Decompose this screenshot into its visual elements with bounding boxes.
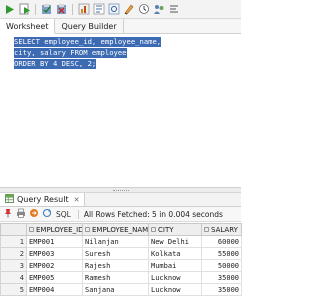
- column-header[interactable]: EMPLOYEE_NAME: [82, 223, 149, 236]
- tab-query-result[interactable]: Query Result ✕: [0, 193, 86, 206]
- run-statement-icon[interactable]: [3, 3, 16, 16]
- column-header[interactable]: EMPLOYEE_ID: [26, 223, 83, 236]
- row-number: 1: [0, 235, 27, 248]
- sql-editor[interactable]: SELECT employee_id, employee_name, city,…: [0, 34, 241, 188]
- cell-employee-id[interactable]: EMP004: [26, 283, 83, 296]
- export-icon[interactable]: [29, 208, 39, 220]
- table-row[interactable]: 1 EMP001 Nilanjan New Delhi 60000: [0, 235, 242, 248]
- cell-city[interactable]: Mumbai: [148, 259, 202, 272]
- row-number: 4: [0, 271, 27, 284]
- column-icon: [151, 227, 156, 232]
- history-icon[interactable]: [137, 3, 150, 16]
- cell-employee-id[interactable]: EMP002: [26, 259, 83, 272]
- column-header[interactable]: SALARY: [201, 223, 242, 236]
- column-icon: [204, 227, 209, 232]
- refresh-icon[interactable]: [42, 208, 52, 220]
- column-header[interactable]: CITY: [148, 223, 202, 236]
- sql-tuning-icon[interactable]: [107, 3, 120, 16]
- close-icon[interactable]: ✕: [74, 196, 80, 204]
- result-table: EMPLOYEE_ID EMPLOYEE_NAME CITY SALARY 1 …: [0, 223, 242, 296]
- cell-salary[interactable]: 60000: [201, 235, 242, 248]
- toolbar-separator: [72, 3, 73, 15]
- fetch-status: All Rows Fetched: 5 in 0.004 seconds: [77, 209, 223, 219]
- column-header-label: EMPLOYEE_ID: [36, 225, 83, 234]
- tab-query-builder[interactable]: Query Builder: [55, 19, 124, 33]
- editor-tabs: Worksheet Query Builder: [0, 19, 241, 34]
- cell-employee-name[interactable]: Ramesh: [82, 271, 149, 284]
- cell-employee-name[interactable]: Rajesh: [82, 259, 149, 272]
- row-number-header: [0, 223, 27, 236]
- cell-employee-name[interactable]: Nilanjan: [82, 235, 149, 248]
- result-grid: EMPLOYEE_ID EMPLOYEE_NAME CITY SALARY 1 …: [0, 223, 242, 296]
- worksheet-toolbar: [0, 0, 241, 19]
- cell-employee-id[interactable]: EMP003: [26, 247, 83, 260]
- cell-employee-name[interactable]: Suresh: [82, 247, 149, 260]
- print-icon[interactable]: [16, 208, 26, 220]
- result-tabbar: Query Result ✕: [0, 193, 241, 207]
- column-icon: [85, 227, 90, 232]
- tab-worksheet[interactable]: Worksheet: [0, 19, 56, 34]
- table-row[interactable]: 2 EMP003 Suresh Kolkata 55000: [0, 247, 242, 260]
- column-header-label: CITY: [158, 225, 174, 234]
- table-row[interactable]: 5 EMP004 Sanjana Lucknow 35000: [0, 283, 242, 296]
- result-toolbar: SQL All Rows Fetched: 5 in 0.004 seconds: [0, 207, 241, 222]
- toolbar-separator: [35, 3, 36, 15]
- row-number: 2: [0, 247, 27, 260]
- rollback-icon[interactable]: [55, 3, 68, 16]
- cell-city[interactable]: New Delhi: [148, 235, 202, 248]
- cell-salary[interactable]: 50000: [201, 259, 242, 272]
- row-number: 3: [0, 259, 27, 272]
- tab-query-builder-label: Query Builder: [61, 21, 117, 31]
- cell-employee-name[interactable]: Sanjana: [82, 283, 149, 296]
- column-header-label: SALARY: [211, 225, 238, 234]
- column-header-label: EMPLOYEE_NAME: [92, 225, 149, 234]
- tab-worksheet-label: Worksheet: [6, 21, 49, 31]
- cell-salary[interactable]: 35000: [201, 283, 242, 296]
- code-line-1: SELECT employee_id, employee_name,: [14, 37, 162, 47]
- pin-icon[interactable]: [3, 208, 13, 220]
- clear-icon[interactable]: [122, 3, 135, 16]
- cell-city[interactable]: Lucknow: [148, 271, 202, 284]
- sql-button[interactable]: SQL: [56, 210, 71, 219]
- autotrace-icon[interactable]: [77, 3, 90, 16]
- cell-salary[interactable]: 35000: [201, 271, 242, 284]
- code-line-2: city, salary FROM employee: [14, 48, 127, 58]
- grid-icon: [5, 194, 14, 205]
- explain-plan-icon[interactable]: [92, 3, 105, 16]
- column-icon: [29, 227, 34, 232]
- cell-employee-id[interactable]: EMP001: [26, 235, 83, 248]
- splitter-grip: [112, 189, 129, 191]
- cell-employee-id[interactable]: EMP005: [26, 271, 83, 284]
- cell-city[interactable]: Lucknow: [148, 283, 202, 296]
- commit-icon[interactable]: [40, 3, 53, 16]
- table-header-row: EMPLOYEE_ID EMPLOYEE_NAME CITY SALARY: [0, 223, 242, 236]
- cell-city[interactable]: Kolkata: [148, 247, 202, 260]
- table-row[interactable]: 3 EMP002 Rajesh Mumbai 50000: [0, 259, 242, 272]
- row-number: 5: [0, 283, 27, 296]
- code-line-3: ORDER BY 4 DESC, 2;: [14, 59, 97, 69]
- table-row[interactable]: 4 EMP005 Ramesh Lucknow 35000: [0, 271, 242, 284]
- unshared-icon[interactable]: [152, 3, 165, 16]
- cell-salary[interactable]: 55000: [201, 247, 242, 260]
- tab-query-result-label: Query Result: [17, 195, 69, 204]
- run-script-icon[interactable]: [18, 3, 31, 16]
- format-icon[interactable]: [167, 3, 180, 16]
